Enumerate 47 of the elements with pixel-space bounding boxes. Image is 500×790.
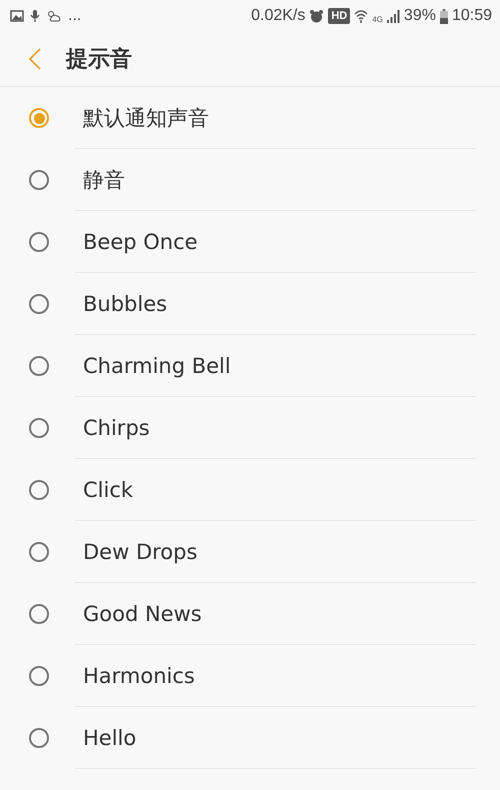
hd-badge: HD [328, 8, 350, 24]
wifi-icon [354, 9, 368, 23]
option-label: Harmonics [83, 664, 195, 688]
option-label: Beep Once [83, 230, 198, 254]
more-notifications-text: ... [68, 7, 82, 25]
radio-button[interactable] [29, 294, 49, 314]
option-row[interactable]: 默认通知声音 [75, 87, 476, 149]
option-row[interactable]: Click [75, 459, 476, 521]
option-row[interactable]: Bubbles [75, 273, 476, 335]
option-label: Chirps [83, 416, 150, 440]
radio-button[interactable] [29, 480, 49, 500]
option-label: Good News [83, 602, 202, 626]
option-row[interactable]: Dew Drops [75, 521, 476, 583]
option-label: Dew Drops [83, 540, 198, 564]
radio-button[interactable] [29, 418, 49, 438]
option-label: Bubbles [83, 292, 168, 316]
option-row[interactable]: Beep Once [75, 211, 476, 273]
radio-button[interactable] [29, 356, 49, 376]
radio-button[interactable] [29, 170, 49, 190]
network-type: 4G [372, 15, 383, 24]
option-row[interactable]: Chirps [75, 397, 476, 459]
option-label: 静音 [83, 166, 125, 194]
microphone-icon [30, 9, 40, 23]
radio-button[interactable] [29, 666, 49, 686]
option-label: 默认通知声音 [83, 104, 209, 132]
network-speed: 0.02K/s [251, 7, 306, 25]
battery-percent: 39% [404, 7, 436, 25]
page-title: 提示音 [66, 46, 132, 74]
image-icon [10, 10, 24, 22]
option-row[interactable]: Charming Bell [75, 335, 476, 397]
option-label: Hello [83, 726, 136, 750]
battery-icon [440, 8, 448, 24]
radio-button[interactable] [29, 542, 49, 562]
weather-icon [46, 9, 62, 23]
option-row[interactable]: Hello [75, 707, 476, 769]
option-row[interactable]: Harmonics [75, 645, 476, 707]
option-row[interactable]: Good News [75, 583, 476, 645]
signal-icon [386, 10, 400, 22]
radio-button[interactable] [29, 728, 49, 748]
back-icon [29, 48, 41, 70]
option-label: Click [83, 478, 134, 502]
radio-button[interactable] [29, 604, 49, 624]
radio-button[interactable] [29, 108, 49, 128]
option-row[interactable]: 静音 [75, 149, 476, 211]
clock: 10:59 [452, 7, 492, 25]
radio-button[interactable] [29, 232, 49, 252]
option-label: Charming Bell [83, 354, 231, 378]
